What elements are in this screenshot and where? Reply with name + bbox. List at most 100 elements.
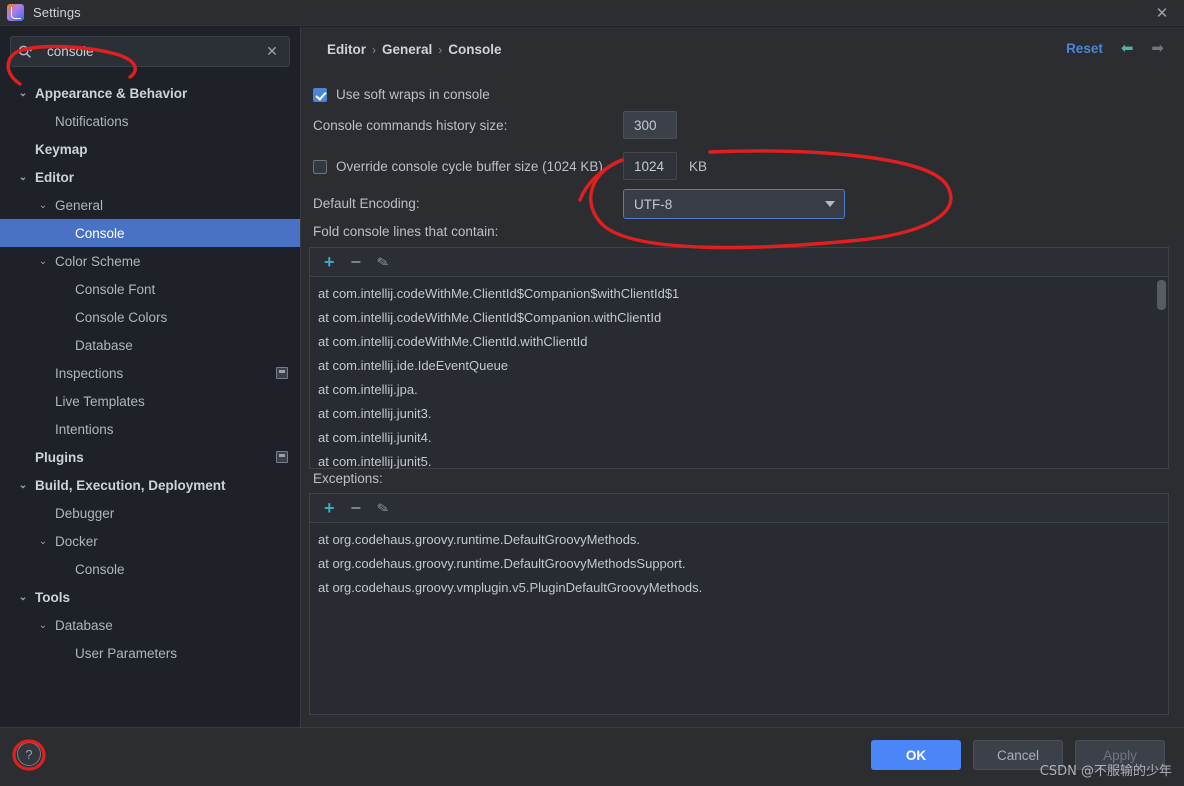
add-icon[interactable]: +: [324, 253, 335, 271]
breadcrumb-separator-icon: ›: [372, 42, 376, 57]
reset-link[interactable]: Reset: [1066, 41, 1103, 56]
sidebar-item-plugins[interactable]: ⌄Plugins: [0, 443, 300, 471]
exceptions-list-items[interactable]: at org.codehaus.groovy.runtime.DefaultGr…: [310, 523, 1168, 715]
remove-icon[interactable]: −: [351, 499, 362, 517]
watermark-text: CSDN @不服输的少年: [1039, 764, 1172, 779]
remove-icon[interactable]: −: [351, 253, 362, 271]
sidebar-item-notifications[interactable]: ⌄Notifications: [0, 107, 300, 135]
sidebar-item-label: Console: [75, 561, 125, 577]
buffer-size-field-wrap[interactable]: 1024 KB: [623, 152, 707, 180]
list-item[interactable]: at org.codehaus.groovy.runtime.DefaultGr…: [310, 552, 1168, 576]
sidebar-item-label: Editor: [35, 169, 74, 185]
sidebar-item-general[interactable]: ⌄ General: [0, 191, 300, 219]
list-item[interactable]: at com.intellij.junit4.: [310, 426, 1168, 450]
sidebar-item-console-colors[interactable]: ⌄Console Colors: [0, 303, 300, 331]
search-field[interactable]: console ✕: [10, 36, 290, 67]
edit-pencil-icon[interactable]: ✎: [375, 253, 390, 271]
sidebar-item-label: Debugger: [55, 505, 115, 521]
sidebar-item-label: Notifications: [55, 113, 129, 129]
exceptions-list-toolbar: + − ✎: [310, 494, 1168, 523]
fold-list-items[interactable]: at com.intellij.codeWithMe.ClientId$Comp…: [310, 277, 1168, 469]
chevron-down-icon[interactable]: ⌄: [16, 480, 30, 491]
list-item[interactable]: at com.intellij.jpa.: [310, 378, 1168, 402]
forward-arrow-icon[interactable]: ➡: [1151, 41, 1164, 56]
chevron-down-icon[interactable]: ⌄: [36, 620, 50, 631]
list-item[interactable]: at com.intellij.ide.IdeEventQueue: [310, 354, 1168, 378]
list-item[interactable]: at com.intellij.codeWithMe.ClientId$Comp…: [310, 306, 1168, 330]
fold-list-scrollbar[interactable]: [1157, 280, 1166, 310]
close-icon[interactable]: ✕: [1140, 0, 1184, 26]
sidebar-item-label: Console Font: [75, 281, 156, 297]
edit-pencil-icon[interactable]: ✎: [375, 499, 390, 517]
sidebar-item-database[interactable]: ⌄Database: [0, 611, 300, 639]
breadcrumb-editor[interactable]: Editor: [327, 42, 366, 57]
ok-button[interactable]: OK: [871, 740, 961, 770]
history-size-label: Console commands history size:: [313, 118, 508, 133]
sidebar-item-intentions[interactable]: ⌄Intentions: [0, 415, 300, 443]
default-encoding-value: UTF-8: [634, 196, 673, 212]
chevron-down-icon[interactable]: ⌄: [16, 172, 30, 183]
chevron-down-icon[interactable]: ⌄: [16, 592, 30, 603]
sidebar-item-console[interactable]: ⌄Console: [0, 555, 300, 583]
buffer-unit-label: KB: [689, 158, 708, 174]
encoding-label-wrap: Default Encoding:: [313, 196, 420, 211]
use-soft-wraps-checkbox[interactable]: [313, 87, 327, 102]
exceptions-label: Exceptions:: [313, 471, 383, 486]
chevron-down-icon[interactable]: ⌄: [16, 88, 30, 99]
override-buffer-checkbox[interactable]: [313, 159, 327, 174]
list-item[interactable]: at org.codehaus.groovy.vmplugin.v5.Plugi…: [310, 576, 1168, 600]
sidebar-item-label: General: [55, 197, 104, 213]
list-item[interactable]: at com.intellij.codeWithMe.ClientId$Comp…: [310, 282, 1168, 306]
breadcrumb-console[interactable]: Console: [448, 42, 501, 57]
sidebar-item-label: Console: [75, 225, 125, 241]
sidebar-item-live-templates[interactable]: ⌄Live Templates: [0, 387, 300, 415]
sidebar-item-console[interactable]: ⌄Console: [0, 219, 300, 247]
sidebar-item-keymap[interactable]: ⌄Keymap: [0, 135, 300, 163]
sidebar-item-label: User Parameters: [75, 645, 178, 661]
sidebar-item-label: Appearance & Behavior: [35, 85, 188, 101]
fold-console-lines-listbox[interactable]: + − ✎ at com.intellij.codeWithMe.ClientI…: [309, 247, 1169, 469]
override-buffer-row[interactable]: Override console cycle buffer size (1024…: [313, 159, 603, 174]
sidebar-item-tools[interactable]: ⌄ Tools: [0, 583, 300, 611]
history-size-field-wrap[interactable]: 300: [623, 111, 677, 139]
sidebar-item-editor[interactable]: ⌄ Editor: [0, 163, 300, 191]
sidebar-item-build-execution-deployment[interactable]: ⌄ Build, Execution, Deployment: [0, 471, 300, 499]
window-title: Settings: [33, 5, 81, 20]
settings-main-panel: Editor › General › Console Reset ⬅ ➡ Use…: [300, 27, 1184, 727]
sidebar-item-label: Inspections: [55, 365, 124, 381]
buffer-size-input[interactable]: 1024: [623, 152, 677, 180]
use-soft-wraps-row[interactable]: Use soft wraps in console: [313, 87, 490, 102]
search-input-value[interactable]: console: [47, 44, 259, 59]
clear-search-icon[interactable]: ✕: [259, 43, 285, 60]
sidebar-item-appearance-behavior[interactable]: ⌄ Appearance & Behavior: [0, 79, 300, 107]
sidebar-item-color-scheme[interactable]: ⌄ Color Scheme: [0, 247, 300, 275]
back-arrow-icon[interactable]: ⬅: [1121, 41, 1134, 56]
default-encoding-select[interactable]: UTF-8: [623, 189, 845, 219]
exceptions-listbox[interactable]: + − ✎ at org.codehaus.groovy.runtime.Def…: [309, 493, 1169, 715]
chevron-down-icon[interactable]: ⌄: [36, 256, 50, 267]
sidebar-item-docker[interactable]: ⌄ Docker: [0, 527, 300, 555]
add-icon[interactable]: +: [324, 499, 335, 517]
sidebar-item-console-font[interactable]: ⌄Console Font: [0, 275, 300, 303]
history-size-input[interactable]: 300: [623, 111, 677, 139]
list-item[interactable]: at com.intellij.junit5.: [310, 450, 1168, 469]
list-item[interactable]: at com.intellij.junit3.: [310, 402, 1168, 426]
plugin-badge-icon: [276, 451, 288, 463]
list-item[interactable]: at com.intellij.codeWithMe.ClientId.with…: [310, 330, 1168, 354]
sidebar-item-database[interactable]: ⌄Database: [0, 331, 300, 359]
sidebar-item-user-parameters[interactable]: ⌄User Parameters: [0, 639, 300, 667]
use-soft-wraps-label: Use soft wraps in console: [336, 87, 490, 102]
sidebar-item-debugger[interactable]: ⌄Debugger: [0, 499, 300, 527]
chevron-down-icon[interactable]: ⌄: [36, 536, 50, 547]
help-button[interactable]: ?: [17, 742, 41, 766]
chevron-down-icon[interactable]: ⌄: [36, 200, 50, 211]
exceptions-label-wrap: Exceptions:: [313, 471, 383, 486]
list-item[interactable]: at org.codehaus.groovy.runtime.DefaultGr…: [310, 528, 1168, 552]
sidebar-item-label: Color Scheme: [55, 253, 141, 269]
fold-console-lines-label: Fold console lines that contain:: [313, 224, 499, 239]
sidebar-item-inspections[interactable]: ⌄Inspections: [0, 359, 300, 387]
fold-label-wrap: Fold console lines that contain:: [313, 224, 498, 239]
history-size-label-wrap: Console commands history size:: [313, 118, 507, 133]
encoding-select-wrap[interactable]: UTF-8: [623, 189, 845, 219]
breadcrumb-general[interactable]: General: [382, 42, 432, 57]
